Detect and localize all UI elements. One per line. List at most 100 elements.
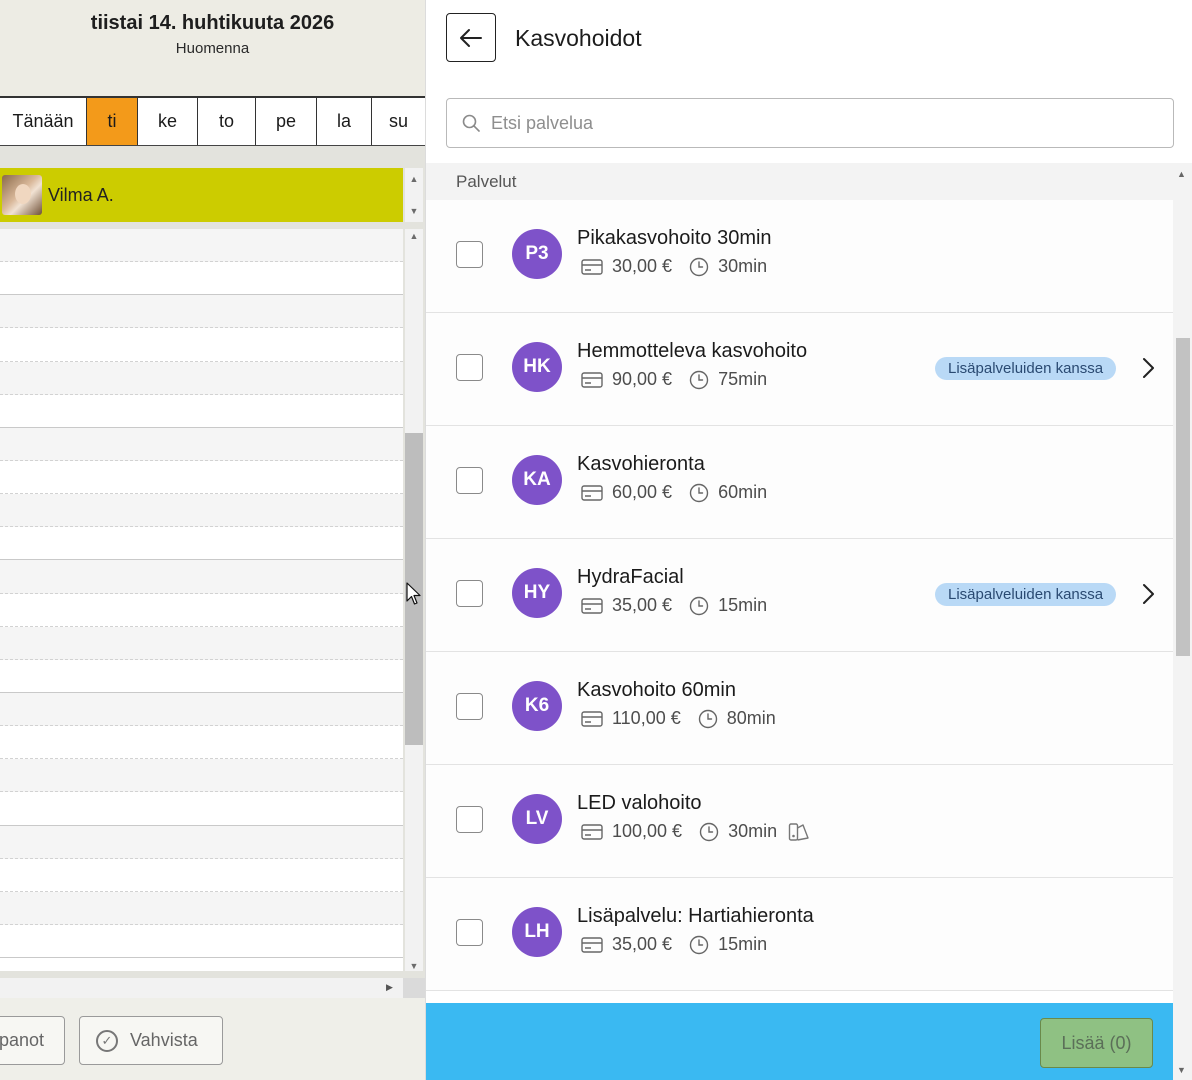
search-icon: [462, 114, 480, 132]
service-avatar: HK: [512, 342, 562, 392]
service-duration: 60min: [718, 482, 768, 502]
time-slot[interactable]: [0, 262, 403, 296]
time-slot[interactable]: [0, 395, 403, 428]
saved-button-label: panot: [0, 1030, 44, 1050]
day-tab-thursday[interactable]: to: [198, 98, 256, 145]
add-button[interactable]: Lisää (0): [1040, 1018, 1153, 1068]
horizontal-scrollbar[interactable]: ▶: [0, 978, 403, 998]
time-slot[interactable]: [0, 859, 403, 892]
scroll-up-arrow-icon[interactable]: ▲: [405, 230, 423, 242]
service-row[interactable]: LV LED valohoito 100,00 € 30min: [426, 765, 1174, 878]
card-icon: [581, 936, 603, 953]
confirm-button-label: Vahvista: [130, 1030, 198, 1050]
service-checkbox[interactable]: [456, 467, 483, 494]
chevron-right-icon[interactable]: [1140, 581, 1158, 607]
clock-icon: [699, 822, 719, 841]
service-name: Hemmotteleva kasvohoito: [577, 340, 808, 362]
service-checkbox[interactable]: [456, 919, 483, 946]
service-price: 90,00 €: [612, 369, 673, 389]
service-price: 30,00 €: [612, 256, 673, 276]
time-slot[interactable]: [0, 427, 403, 461]
card-icon: [581, 710, 603, 727]
addons-badge: Lisäpalveluiden kanssa: [935, 583, 1117, 606]
service-duration: 75min: [718, 369, 768, 389]
scroll-down-arrow-icon[interactable]: ▼: [405, 960, 423, 972]
service-list: Palvelut P3 Pikakasvohoito 30min 30,00 €30…: [426, 163, 1174, 1003]
service-checkbox[interactable]: [456, 241, 483, 268]
time-slot[interactable]: [0, 560, 403, 594]
service-name: HydraFacial: [577, 566, 684, 588]
list-scrollbar[interactable]: ▲ ▼: [1173, 163, 1192, 1080]
section-header: Palvelut: [426, 163, 1174, 200]
time-slot[interactable]: [0, 825, 403, 859]
service-name: Kasvohieronta: [577, 453, 705, 475]
time-slot[interactable]: [0, 229, 403, 263]
service-avatar: KA: [512, 455, 562, 505]
resource-icon: [788, 822, 809, 841]
time-slot[interactable]: [0, 925, 403, 959]
day-tab-saturday[interactable]: la: [317, 98, 372, 145]
service-price: 35,00 €: [612, 595, 673, 615]
day-tab-wednesday[interactable]: ke: [138, 98, 198, 145]
day-tab-friday[interactable]: pe: [256, 98, 317, 145]
card-icon: [581, 823, 603, 840]
back-button[interactable]: [446, 13, 496, 62]
search-input[interactable]: [491, 112, 1151, 134]
service-meta: 35,00 € 15min: [581, 934, 767, 955]
service-row[interactable]: P3 Pikakasvohoito 30min 30,00 € 30min: [426, 200, 1174, 313]
scroll-up-arrow-icon[interactable]: ▲: [1177, 169, 1186, 179]
time-slot[interactable]: [0, 461, 403, 495]
list-scroll-thumb[interactable]: [1176, 338, 1190, 656]
time-slot[interactable]: [0, 626, 403, 660]
time-slot[interactable]: [0, 361, 403, 395]
time-slot[interactable]: [0, 494, 403, 528]
service-row[interactable]: HY HydraFacial 35,00 € 15min Lisäpalveluiden…: [426, 539, 1174, 652]
staff-scrollbar[interactable]: ▲ ▼: [405, 168, 423, 222]
staff-row[interactable]: Vilma A.: [0, 168, 403, 222]
scroll-up-arrow-icon[interactable]: ▲: [405, 173, 423, 185]
chevron-right-icon[interactable]: [1140, 355, 1158, 381]
scroll-right-arrow-icon[interactable]: ▶: [386, 982, 393, 993]
left-footer: panot ✓ Vahvista: [0, 998, 425, 1080]
time-slot[interactable]: [0, 692, 403, 727]
service-row[interactable]: LH Lisäpalvelu: Hartiahieronta 35,00 € 15mi…: [426, 878, 1174, 991]
time-slot[interactable]: [0, 328, 403, 362]
confirm-button[interactable]: ✓ Vahvista: [79, 1016, 223, 1065]
scroll-down-arrow-icon[interactable]: ▼: [1177, 1065, 1186, 1075]
scroll-down-arrow-icon[interactable]: ▼: [405, 205, 423, 217]
section-label: Palvelut: [456, 171, 517, 191]
service-avatar: P3: [512, 229, 562, 279]
staff-avatar: [2, 175, 42, 215]
day-tab-today[interactable]: Tänään: [0, 98, 87, 145]
time-slot[interactable]: [0, 792, 403, 826]
arrow-left-icon: [460, 28, 482, 47]
clock-icon: [689, 483, 709, 502]
service-row[interactable]: K6 Kasvohoito 60min 110,00 € 80min: [426, 652, 1174, 765]
service-price: 100,00 €: [612, 821, 683, 841]
time-slot-grid[interactable]: [0, 229, 403, 971]
time-slot[interactable]: [0, 759, 403, 793]
day-tabs: Tänään ti ke to pe la su: [0, 96, 425, 146]
date-header: tiistai 14. huhtikuuta 2026 Huomenna: [0, 0, 425, 96]
service-meta: 90,00 € 75min: [581, 369, 767, 390]
service-meta: 100,00 € 30min: [581, 821, 810, 842]
time-slot[interactable]: [0, 527, 403, 561]
service-row[interactable]: HK Hemmotteleva kasvohoito 90,00 € 75min Lis…: [426, 313, 1174, 426]
day-tab-sunday[interactable]: su: [372, 98, 425, 145]
service-checkbox[interactable]: [456, 580, 483, 607]
service-checkbox[interactable]: [456, 354, 483, 381]
time-slot[interactable]: [0, 726, 403, 760]
time-slot[interactable]: [0, 594, 403, 627]
service-checkbox[interactable]: [456, 693, 483, 720]
time-slot[interactable]: [0, 891, 403, 925]
service-checkbox[interactable]: [456, 806, 483, 833]
service-avatar: HY: [512, 568, 562, 618]
time-slot[interactable]: [0, 660, 403, 693]
search-box[interactable]: [446, 98, 1174, 148]
service-row[interactable]: KA Kasvohieronta 60,00 € 60min: [426, 426, 1174, 539]
time-slot[interactable]: [0, 295, 403, 329]
saved-button[interactable]: panot: [0, 1016, 65, 1065]
service-duration: 15min: [718, 595, 768, 615]
day-tab-tuesday[interactable]: ti: [87, 98, 138, 145]
calendar-panel: tiistai 14. huhtikuuta 2026 Huomenna Tän…: [0, 0, 425, 1080]
